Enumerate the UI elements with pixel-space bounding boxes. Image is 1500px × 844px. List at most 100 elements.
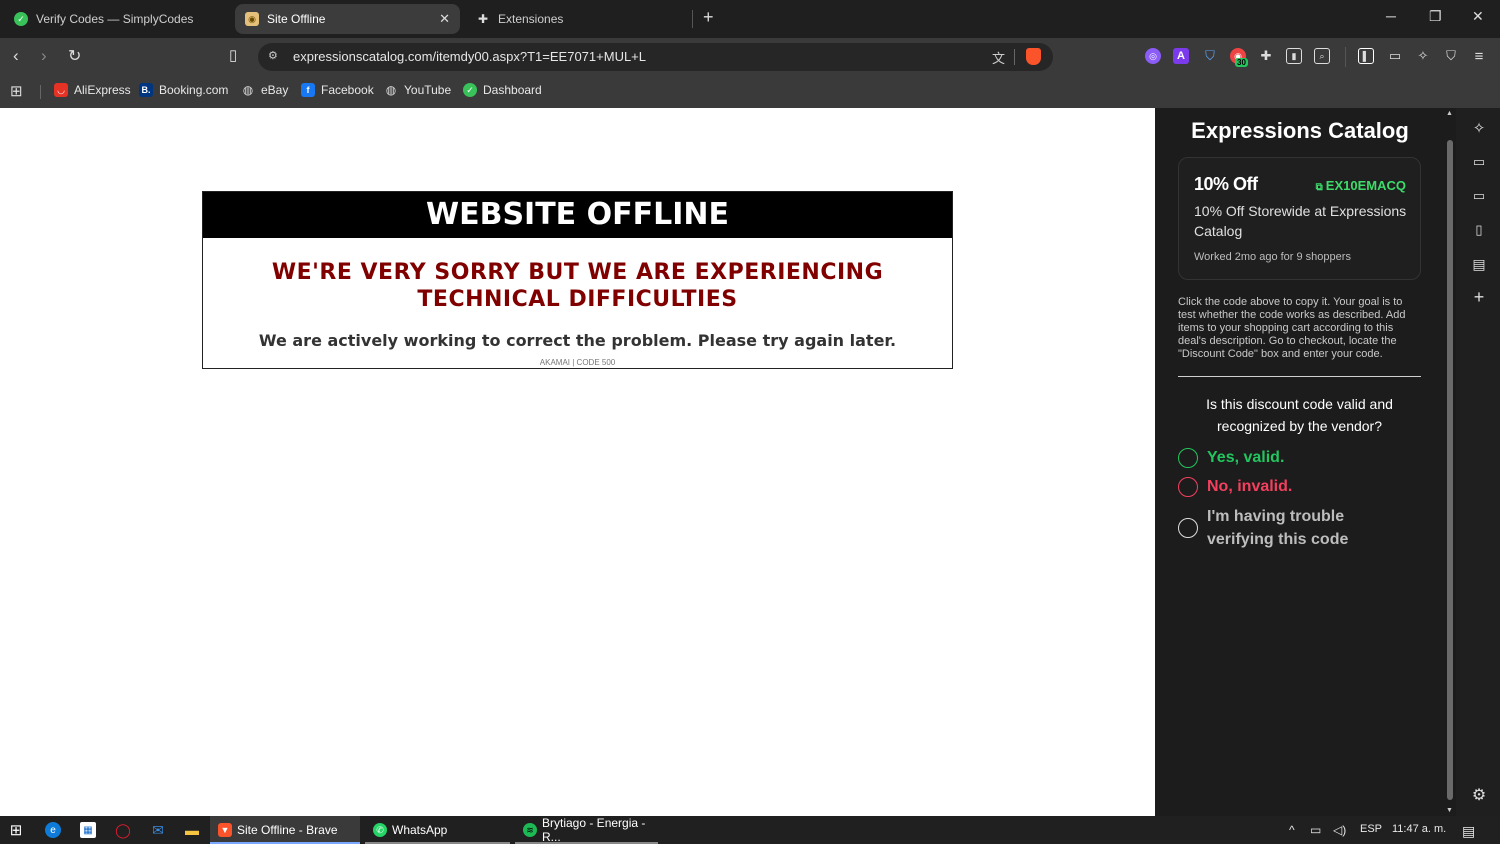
bookmark-aliexpress[interactable]: ◡ AliExpress (54, 83, 131, 97)
bookmark-label: eBay (261, 83, 289, 97)
offline-sorry-text: WE'RE VERY SORRY BUT WE ARE EXPERIENCING… (203, 259, 952, 313)
radio-yes[interactable] (1178, 448, 1198, 468)
reading-list-icon[interactable]: ▤ (1470, 255, 1488, 273)
whatsapp-icon: ✆ (373, 823, 387, 837)
option-no-invalid[interactable]: No, invalid. (1178, 477, 1292, 497)
option-label: I'm having trouble verifying this code (1207, 508, 1349, 548)
bookmark-label: Facebook (321, 83, 374, 97)
tab-extensiones[interactable]: ✚ Extensiones (468, 4, 690, 34)
add-panel-icon[interactable]: + (1470, 287, 1488, 307)
new-tab-button[interactable]: + (703, 7, 714, 28)
reload-icon[interactable]: ↻ (68, 46, 81, 66)
translate-icon[interactable]: 文 (992, 48, 1005, 67)
taskbar-app-spotify[interactable]: ≋ Brytiago - Energia - R... (515, 816, 658, 844)
extension-icon[interactable]: ◎ (1145, 48, 1161, 64)
tab-site-offline[interactable]: ◉ Site Offline ✕ (235, 4, 460, 34)
bookmark-label: YouTube (404, 83, 452, 97)
vpn-shield-icon[interactable]: ⛉ (1443, 48, 1459, 64)
option-label: Yes, valid. (1207, 449, 1285, 466)
bookmark-ebay[interactable]: ◍ eBay (241, 83, 289, 97)
menu-icon[interactable]: ≡ (1471, 48, 1487, 65)
close-tab-icon[interactable]: ✕ (439, 11, 450, 27)
taskbar-app-label: WhatsApp (392, 823, 448, 837)
leo-ai-icon[interactable]: ✧ (1415, 48, 1431, 64)
taskbar-app-whatsapp[interactable]: ✆ WhatsApp (365, 816, 510, 844)
split-view-icon[interactable]: ▮ (1286, 48, 1302, 64)
wallet-sidebar-icon[interactable]: ▭ (1470, 187, 1488, 205)
bookmark-facebook[interactable]: f Facebook (301, 83, 374, 97)
deal-worked-stat: Worked 2mo ago for 9 shoppers (1194, 251, 1351, 263)
offline-header: WEBSITE OFFLINE (203, 192, 952, 238)
mail-icon[interactable]: ✉ (150, 822, 166, 838)
scrollbar-thumb[interactable] (1447, 140, 1453, 800)
bookmark-dashboard[interactable]: ✓ Dashboard (463, 83, 542, 97)
bookmark-icon[interactable]: ▯ (229, 46, 237, 64)
reader-icon[interactable]: ⌕ (1314, 48, 1330, 64)
leo-ai-sidebar-icon[interactable]: ✧ (1470, 119, 1488, 137)
windows-start-icon[interactable]: ⊞ (8, 822, 24, 839)
option-label: No, invalid. (1207, 478, 1293, 495)
sidebar-rail: ✧ ▭ ▭ ▯ ▤ + ⚙ (1456, 108, 1500, 816)
edge-icon[interactable]: e (45, 822, 61, 838)
offline-message: We are actively working to correct the p… (258, 331, 897, 350)
offline-notice: WEBSITE OFFLINE WE'RE VERY SORRY BUT WE … (202, 191, 953, 369)
site-favicon: ◉ (245, 12, 259, 26)
promo-code-button[interactable]: ⧉ EX10EMACQ (1316, 178, 1406, 193)
radio-trouble[interactable] (1178, 518, 1198, 538)
url-text[interactable]: expressionscatalog.com/itemdy00.aspx?T1=… (293, 49, 646, 64)
booking-icon: B. (139, 83, 153, 97)
bookmarks-bar: ⊞ ◡ AliExpress B. Booking.com ◍ eBay f F… (0, 76, 1500, 108)
facebook-icon: f (301, 83, 315, 97)
taskbar-app-label: Site Offline - Brave (237, 823, 338, 837)
extension-a-icon[interactable]: A (1173, 48, 1189, 64)
gear-icon[interactable]: ⚙ (1470, 786, 1488, 804)
forward-icon[interactable]: › (41, 46, 47, 66)
back-icon[interactable]: ‹ (13, 46, 19, 66)
bookmark-booking[interactable]: B. Booking.com (139, 83, 228, 97)
option-yes-valid[interactable]: Yes, valid. (1178, 448, 1284, 468)
apps-grid-icon[interactable]: ⊞ (10, 82, 23, 100)
sidebar-toggle-icon[interactable]: ▌ (1358, 48, 1374, 64)
deal-card[interactable]: 10% Off ⧉ EX10EMACQ 10% Off Storewide at … (1178, 157, 1421, 280)
language-indicator[interactable]: ESP (1360, 823, 1382, 835)
site-settings-icon[interactable]: ⚙ (268, 49, 278, 62)
simplycodes-icon: ✓ (463, 83, 477, 97)
omnibox-divider (1014, 49, 1015, 65)
notifications-icon[interactable]: ▤ (1462, 823, 1475, 840)
chevron-up-icon[interactable]: ^ (1289, 823, 1295, 837)
wallet-icon[interactable]: ▭ (1387, 48, 1403, 64)
brave-shields-icon[interactable] (1026, 48, 1041, 65)
tab-bar: ✓ Verify Codes — SimplyCodes ◉ Site Offl… (0, 0, 1500, 38)
simplycodes-panel: Expressions Catalog 10% Off ⧉ EX10EMACQ 1… (1155, 108, 1445, 816)
tab-simplycodes[interactable]: ✓ Verify Codes — SimplyCodes (8, 4, 230, 34)
file-explorer-icon[interactable]: ▬ (184, 822, 200, 838)
video-icon[interactable]: ▭ (1470, 153, 1488, 171)
address-bar[interactable]: ⚙ expressionscatalog.com/itemdy00.aspx?T… (258, 43, 1053, 71)
close-window-button[interactable]: ✕ (1472, 8, 1484, 25)
network-icon[interactable]: ▭ (1310, 823, 1321, 837)
scroll-up-icon[interactable]: ▲ (1446, 110, 1453, 117)
store-icon[interactable]: ▦ (80, 822, 96, 838)
browser-toolbar: ‹ › ↻ ▯ ⚙ expressionscatalog.com/itemdy0… (0, 38, 1500, 76)
volume-icon[interactable]: ◁) (1333, 823, 1346, 837)
validation-question: Is this discount code valid and recogniz… (1206, 396, 1393, 434)
tab-separator (692, 10, 693, 28)
restore-button[interactable]: ❐ (1429, 8, 1442, 25)
bookmarks-sidebar-icon[interactable]: ▯ (1470, 221, 1488, 239)
option-trouble[interactable]: I'm having trouble verifying this code (1178, 505, 1367, 551)
panel-scrollbar[interactable]: ▲ ▼ (1445, 108, 1456, 816)
panel-title: Expressions Catalog (1191, 118, 1409, 143)
taskbar-app-brave[interactable]: ▼ Site Offline - Brave (210, 816, 360, 844)
minimize-button[interactable]: ─ (1386, 8, 1396, 24)
copy-icon: ⧉ (1315, 182, 1323, 193)
brave-icon: ▼ (218, 823, 232, 837)
radio-no[interactable] (1178, 477, 1198, 497)
bookmark-youtube[interactable]: ◍ YouTube (384, 83, 451, 97)
shield-extension-icon[interactable]: ⛉ (1202, 48, 1218, 64)
bookmark-divider (40, 85, 41, 99)
clock[interactable]: 11:47 a. m. (1392, 823, 1446, 835)
opera-icon[interactable]: ◯ (115, 822, 131, 838)
toolbar-divider (1345, 47, 1346, 67)
scroll-down-icon[interactable]: ▼ (1446, 807, 1453, 814)
extensions-puzzle-icon[interactable]: ✚ (1258, 48, 1274, 64)
